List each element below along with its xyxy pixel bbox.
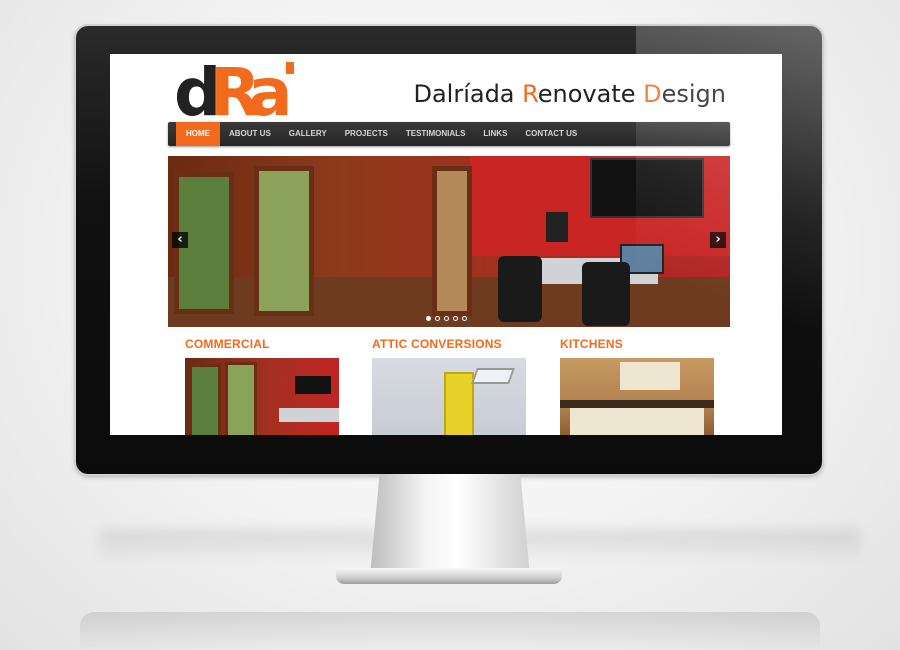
category-thumbnail[interactable] [372, 358, 526, 435]
website-screen: d R a Dalríada Renovate Design HOME ABOU… [110, 54, 782, 435]
slider-next-arrow-icon[interactable]: › [710, 232, 726, 248]
slide-image-window [432, 166, 472, 316]
slide-image-speaker [546, 212, 568, 242]
nav-gallery[interactable]: GALLERY [280, 122, 336, 146]
monitor-bezel: d R a Dalríada Renovate Design HOME ABOU… [76, 26, 822, 474]
slide-image-tv [590, 158, 704, 218]
brand-letter-d: D [643, 80, 662, 108]
brand-letter-r: R [522, 80, 538, 108]
thumb-counter [560, 400, 714, 408]
slider-dot-1[interactable] [426, 316, 431, 321]
floor-reflection [80, 612, 820, 650]
category-attic-conversions[interactable]: ATTIC CONVERSIONS [372, 337, 526, 435]
nav-home[interactable]: HOME [176, 122, 220, 146]
category-title[interactable]: KITCHENS [560, 337, 714, 351]
slide-image-chair [498, 256, 542, 322]
site-logo[interactable]: d R a [174, 54, 298, 131]
nav-contact-us[interactable]: CONTACT US [516, 122, 586, 146]
thumb-desk [279, 408, 339, 422]
monitor-stand-neck [370, 474, 530, 576]
thumb-tv [295, 376, 331, 394]
brand-text-3: esign [661, 80, 726, 108]
thumb-window [189, 364, 221, 435]
category-thumbnail[interactable] [185, 358, 339, 435]
slider-prev-arrow-icon[interactable]: ‹ [172, 232, 188, 248]
category-title[interactable]: ATTIC CONVERSIONS [372, 337, 526, 351]
slider-pagination [426, 316, 467, 321]
brand-title: Dalríada Renovate Design [413, 80, 726, 108]
main-nav: HOME ABOUT US GALLERY PROJECTS TESTIMONI… [168, 122, 730, 146]
slide-image-window [254, 166, 314, 316]
category-title[interactable]: COMMERCIAL [185, 337, 339, 351]
slider-dot-4[interactable] [453, 316, 458, 321]
nav-testimonials[interactable]: TESTIMONIALS [397, 122, 475, 146]
thumb-wall-cabinet [620, 362, 680, 390]
logo-tag-icon [286, 62, 294, 74]
hero-slider: ‹ › [168, 156, 730, 327]
slider-dot-5[interactable] [462, 316, 467, 321]
category-kitchens[interactable]: KITCHENS [560, 337, 714, 435]
slide-image-chair [582, 262, 630, 326]
slider-dot-2[interactable] [435, 316, 440, 321]
monitor-stand-base [336, 568, 562, 584]
brand-text-1: Dalríada [413, 80, 523, 108]
nav-projects[interactable]: PROJECTS [336, 122, 397, 146]
category-thumbnail[interactable] [560, 358, 714, 435]
logo-letter-a: a [248, 54, 293, 131]
category-commercial[interactable]: COMMERCIAL [185, 337, 339, 435]
thumb-base-cabinet [570, 408, 704, 435]
thumb-skylight [471, 368, 515, 384]
nav-links[interactable]: LINKS [474, 122, 516, 146]
thumb-door [444, 372, 474, 435]
brand-text-2: enovate [537, 80, 644, 108]
slider-dot-3[interactable] [444, 316, 449, 321]
nav-about-us[interactable]: ABOUT US [220, 122, 280, 146]
thumb-window [225, 362, 257, 435]
